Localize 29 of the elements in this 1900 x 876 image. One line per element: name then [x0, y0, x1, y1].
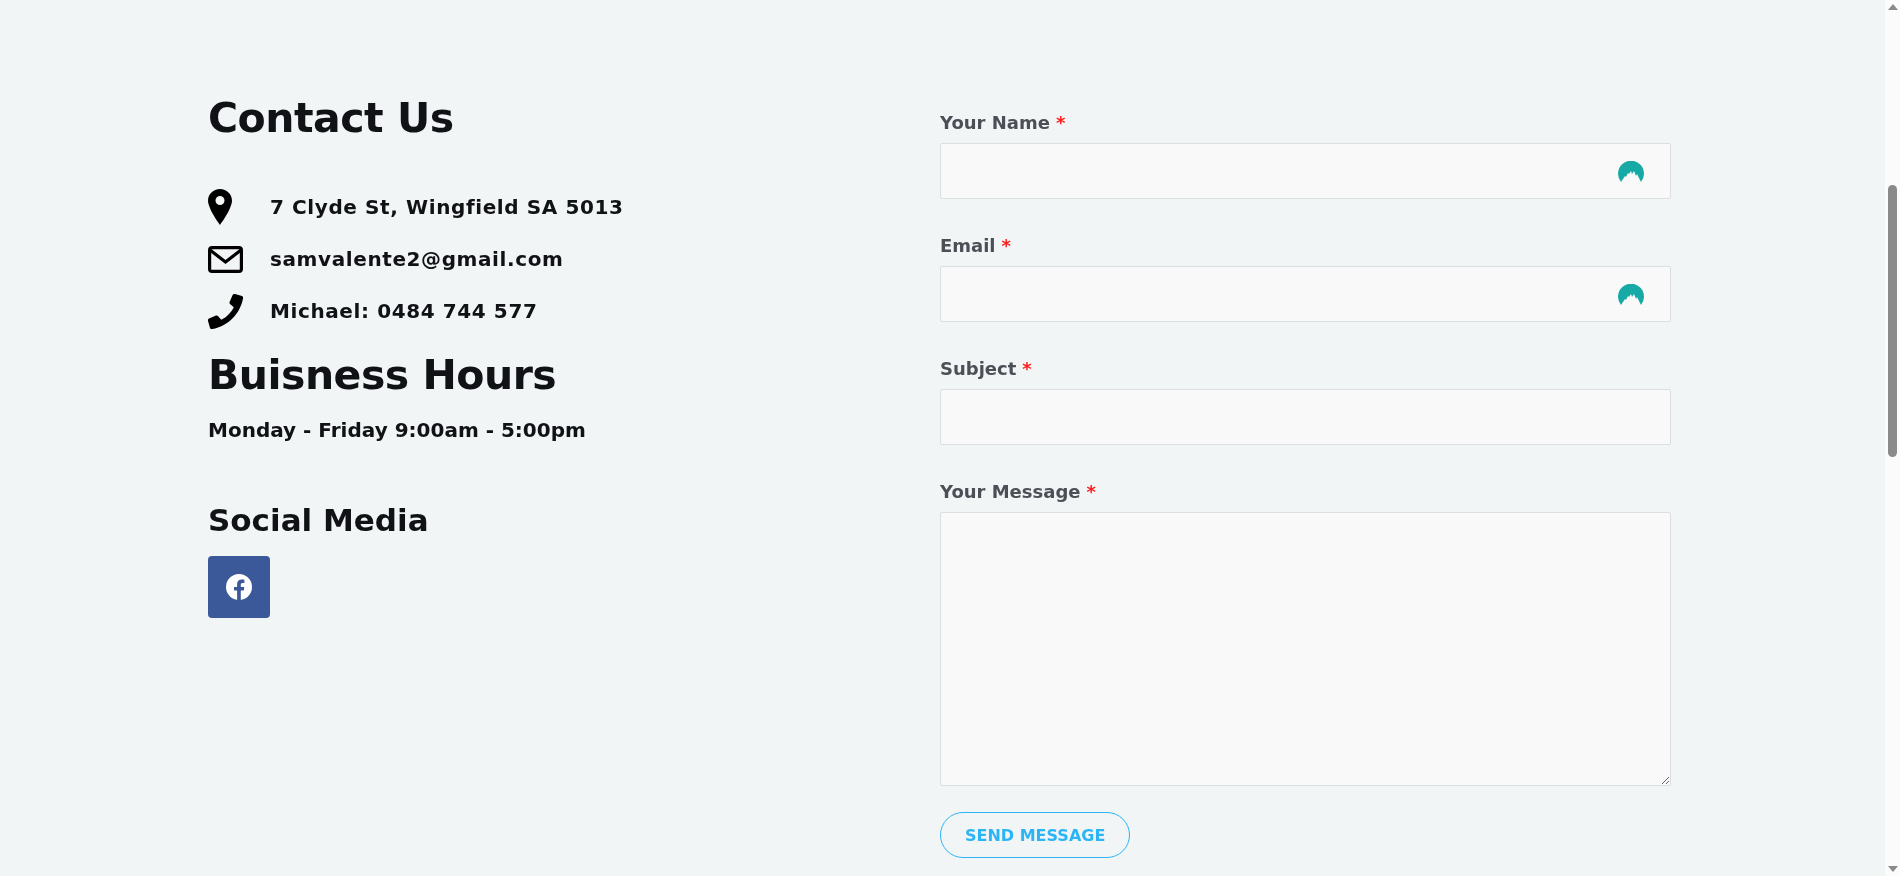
required-mark: *	[1022, 358, 1032, 379]
map-pin-icon	[208, 189, 232, 226]
autofill-icon[interactable]	[1618, 283, 1644, 305]
email-link[interactable]: samvalente2@gmail.com	[270, 247, 564, 272]
envelope-icon	[208, 245, 243, 273]
phone-icon	[208, 293, 243, 329]
input-field[interactable]	[940, 389, 1671, 445]
section-heading: Social Media	[208, 502, 430, 539]
scrollbar-thumb[interactable]	[1888, 185, 1897, 457]
required-mark: *	[1086, 481, 1096, 502]
facebook-button[interactable]	[208, 556, 270, 619]
autofill-icon[interactable]	[1618, 160, 1644, 182]
scroll-up-icon[interactable]	[1887, 4, 1898, 10]
required-mark: *	[1001, 235, 1011, 256]
field-label: Email	[940, 235, 996, 256]
field-label: Your Message	[940, 481, 1081, 502]
field-label: Your Name	[940, 112, 1050, 133]
input-field[interactable]	[940, 266, 1671, 322]
contact-text: 7 Clyde St, Wingfield SA 5013	[270, 195, 624, 220]
section-heading: Buisness Hours	[208, 351, 558, 401]
section-heading: Contact Us	[208, 94, 455, 144]
facebook-icon	[226, 574, 252, 601]
required-mark: *	[1055, 112, 1066, 133]
scroll-down-icon[interactable]	[1887, 866, 1898, 872]
message-field[interactable]	[940, 512, 1671, 786]
hours-text: Monday - Friday 9:00am - 5:00pm	[208, 418, 587, 443]
field-label: Subject	[940, 358, 1017, 379]
contact-text: Michael: 0484 744 577	[270, 299, 538, 324]
input-field[interactable]	[940, 143, 1671, 199]
